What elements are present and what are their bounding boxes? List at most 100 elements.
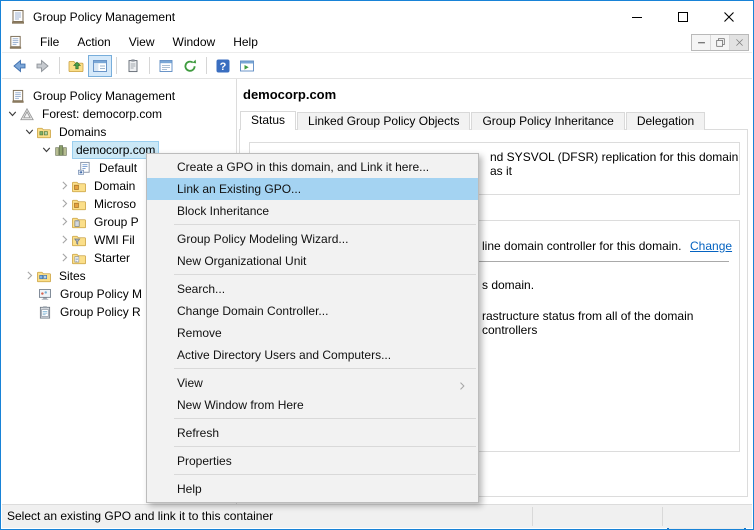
chevron-down-icon[interactable] — [23, 125, 36, 139]
tab-delegation[interactable]: Delegation — [626, 112, 705, 130]
tree-item-gp-modeling[interactable]: Group Policy M — [37, 285, 145, 303]
gather-status-text: rastructure status from all of the domai… — [482, 309, 739, 337]
refresh-button[interactable] — [178, 55, 202, 77]
up-one-level-button[interactable] — [64, 55, 88, 77]
menu-separator — [174, 446, 476, 447]
maximize-button[interactable] — [660, 2, 706, 32]
gpmc-app-icon — [10, 9, 26, 25]
menu-bar: File Action View Window Help — [2, 32, 752, 53]
tree-item-forest[interactable]: Forest: democorp.com — [6, 105, 165, 123]
mdi-window-controls — [691, 34, 749, 51]
toolbar-separator — [59, 57, 60, 74]
menu-item-help[interactable]: Help — [147, 478, 478, 500]
chevron-down-icon[interactable] — [40, 143, 53, 157]
starter-gpo-folder-icon — [71, 251, 87, 266]
chevron-right-icon[interactable] — [58, 233, 71, 247]
tab-status[interactable]: Status — [240, 111, 296, 130]
tree-item-starter-gpos[interactable]: Starter — [58, 249, 133, 267]
ou-folder-icon — [71, 179, 87, 194]
page-title: democorp.com — [243, 87, 336, 102]
menu-separator — [174, 418, 476, 419]
menu-item-block-inheritance[interactable]: Block Inheritance — [147, 200, 478, 222]
menu-action[interactable]: Action — [68, 32, 119, 52]
menu-window[interactable]: Window — [164, 32, 225, 52]
window-title: Group Policy Management — [33, 2, 175, 32]
menu-item-view[interactable]: View — [147, 372, 478, 394]
domains-folder-icon — [36, 125, 52, 140]
chevron-right-icon[interactable] — [58, 215, 71, 229]
status-bar-divider — [662, 507, 663, 526]
baseline-dc-text: line domain controller for this domain. — [482, 239, 681, 253]
back-button[interactable] — [7, 55, 31, 77]
status-bar-text: Select an existing GPO and link it to th… — [7, 505, 273, 528]
gpmc-window: Group Policy Management File Action View… — [0, 0, 754, 530]
gpmc-icon — [10, 89, 26, 104]
mdi-close-button[interactable] — [729, 35, 748, 50]
menu-item-remove[interactable]: Remove — [147, 322, 478, 344]
menu-item-search[interactable]: Search... — [147, 278, 478, 300]
tree-item-gpm-root[interactable]: Group Policy Management — [10, 87, 178, 105]
mdi-restore-button[interactable] — [710, 35, 729, 50]
menu-item-create-gpo[interactable]: Create a GPO in this domain, and Link it… — [147, 156, 478, 178]
toolbar-separator — [116, 57, 117, 74]
menu-separator — [174, 368, 476, 369]
close-button[interactable] — [706, 2, 752, 32]
chevron-down-icon[interactable] — [6, 107, 19, 121]
gpmc-small-icon — [8, 35, 23, 50]
properties-button[interactable] — [121, 55, 145, 77]
title-bar: Group Policy Management — [2, 2, 752, 32]
tree-item-wmi-filters[interactable]: WMI Fil — [58, 231, 138, 249]
minimize-button[interactable] — [614, 2, 660, 32]
modeling-icon — [37, 287, 53, 302]
menu-separator — [174, 474, 476, 475]
tree-item-sites[interactable]: Sites — [23, 267, 89, 285]
domain-icon — [53, 143, 69, 158]
menu-item-properties[interactable]: Properties — [147, 450, 478, 472]
infrastructure-status-text: s domain. — [482, 278, 534, 292]
tree-item-domains[interactable]: Domains — [23, 123, 109, 141]
tree-item-default-policy[interactable]: Default — [76, 159, 140, 177]
menu-item-gp-modeling-wizard[interactable]: Group Policy Modeling Wizard... — [147, 228, 478, 250]
mdi-minimize-button[interactable] — [692, 35, 710, 50]
menu-help[interactable]: Help — [224, 32, 267, 52]
export-list-button[interactable] — [154, 55, 178, 77]
forward-button[interactable] — [31, 55, 55, 77]
menu-view[interactable]: View — [120, 32, 164, 52]
menu-item-ad-users-and-computers[interactable]: Active Directory Users and Computers... — [147, 344, 478, 366]
toolbar-separator — [149, 57, 150, 74]
menu-separator — [174, 274, 476, 275]
chevron-right-icon[interactable] — [58, 251, 71, 265]
menu-item-refresh[interactable]: Refresh — [147, 422, 478, 444]
ou-folder-icon — [71, 197, 87, 212]
toolbar-separator — [206, 57, 207, 74]
chevron-right-icon[interactable] — [58, 197, 71, 211]
help-button[interactable] — [211, 55, 235, 77]
tree-item-microsoft-ou[interactable]: Microso — [58, 195, 139, 213]
tree-item-group-policy-objects[interactable]: Group P — [58, 213, 142, 231]
menu-separator — [174, 224, 476, 225]
tab-linked-gpos[interactable]: Linked Group Policy Objects — [297, 112, 470, 130]
tab-gp-inheritance[interactable]: Group Policy Inheritance — [471, 112, 624, 130]
status-bar: Select an existing GPO and link it to th… — [2, 504, 752, 528]
tree-item-domain-controllers[interactable]: Domain — [58, 177, 138, 195]
change-link[interactable]: Change — [690, 239, 732, 253]
status-bar-divider — [532, 507, 533, 526]
chevron-right-icon[interactable] — [23, 269, 36, 283]
gpo-folder-icon — [71, 215, 87, 230]
wmi-filter-folder-icon — [71, 233, 87, 248]
toolbar — [2, 53, 752, 79]
tree-item-democorp-domain[interactable]: democorp.com — [40, 141, 158, 159]
chevron-right-icon[interactable] — [58, 179, 71, 193]
tab-strip: Status Linked Group Policy Objects Group… — [240, 111, 706, 130]
menu-file[interactable]: File — [31, 32, 68, 52]
show-console-tree-button[interactable] — [88, 55, 112, 77]
menu-item-change-domain-controller[interactable]: Change Domain Controller... — [147, 300, 478, 322]
context-menu: Create a GPO in this domain, and Link it… — [146, 153, 479, 503]
new-window-button[interactable] — [235, 55, 259, 77]
submenu-arrow-icon — [456, 377, 468, 389]
tree-item-gp-results[interactable]: Group Policy R — [37, 303, 144, 321]
menu-item-new-organizational-unit[interactable]: New Organizational Unit — [147, 250, 478, 272]
menu-item-new-window-from-here[interactable]: New Window from Here — [147, 394, 478, 416]
gpo-link-icon — [76, 161, 92, 176]
menu-item-link-existing-gpo[interactable]: Link an Existing GPO... — [147, 178, 478, 200]
